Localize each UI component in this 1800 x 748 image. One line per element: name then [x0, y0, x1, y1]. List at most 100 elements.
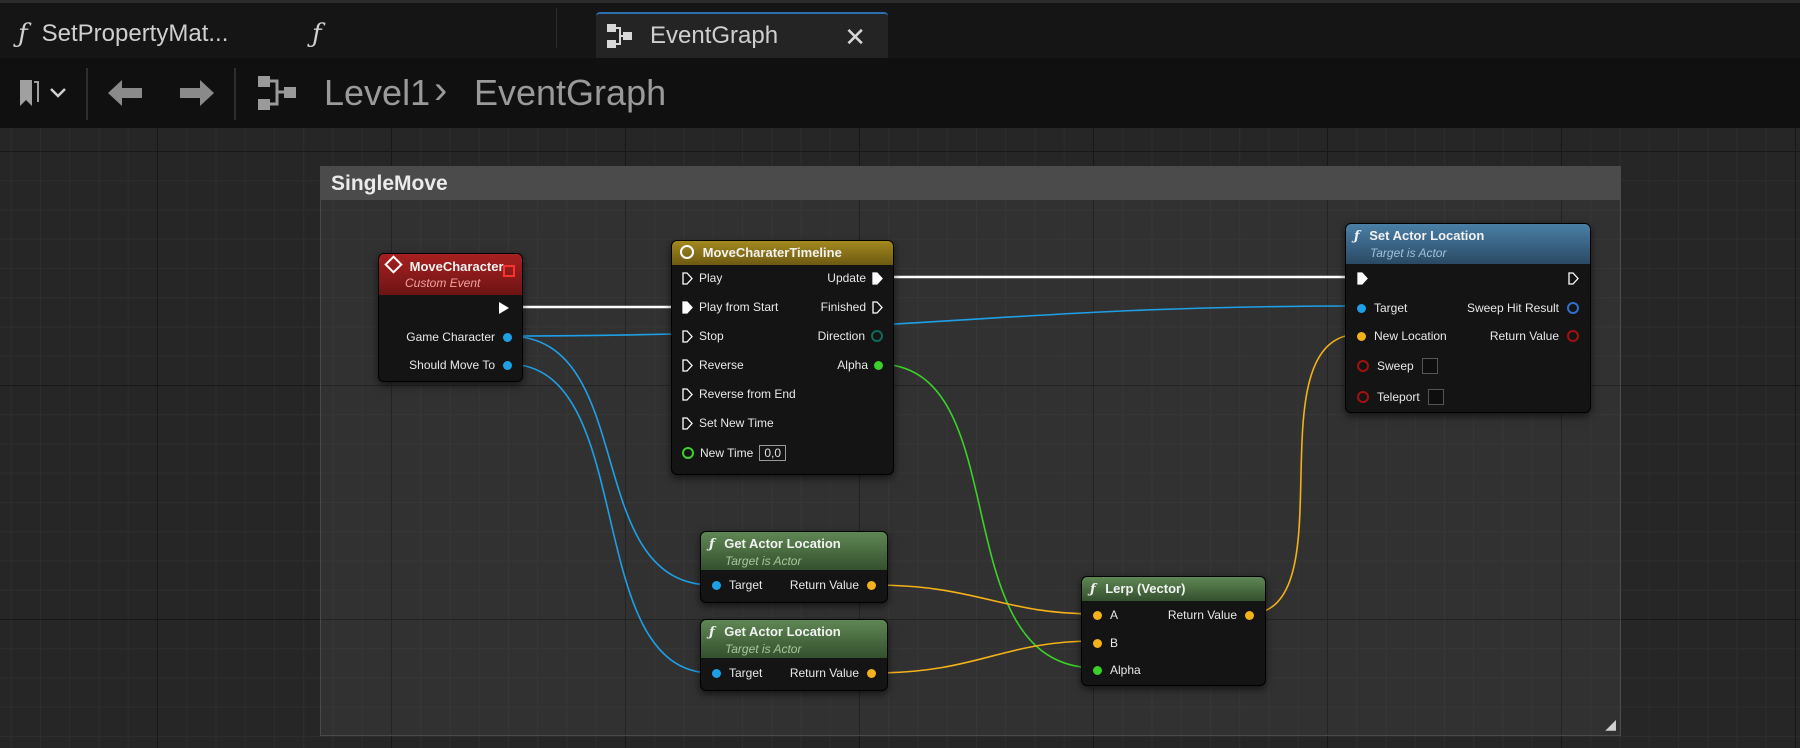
pin-label: Target: [729, 578, 763, 592]
exec-input-pin[interactable]: [682, 358, 693, 372]
teleport-pin[interactable]: Teleport: [1357, 389, 1444, 405]
node-subtitle: Target is Actor: [725, 642, 802, 656]
bool-pin-icon[interactable]: [1567, 330, 1579, 342]
node-title: Set Actor Location: [1369, 228, 1485, 243]
vector-wire: [1247, 333, 1361, 615]
struct-pin-icon[interactable]: [1567, 302, 1579, 314]
return-value-pin[interactable]: Return Value: [790, 578, 876, 592]
sweep-pin[interactable]: Sweep: [1357, 358, 1438, 374]
node-header: ƒ Get Actor Location Target is Actor: [701, 620, 887, 658]
new-time-value-input[interactable]: 0,0: [759, 445, 787, 461]
lerp-vector-node[interactable]: ƒ Lerp (Vector) A B Alpha Return Value: [1081, 576, 1266, 686]
pin-label: Alpha: [837, 358, 868, 372]
node-subtitle: Custom Event: [405, 276, 481, 290]
vector-wire: [871, 640, 1097, 674]
enum-pin-icon[interactable]: [871, 330, 883, 342]
return-value-pin[interactable]: Return Value: [1168, 608, 1254, 622]
update-pin[interactable]: Update: [827, 271, 883, 285]
object-pin-icon[interactable]: [712, 668, 721, 678]
target-pin[interactable]: Target: [712, 666, 762, 680]
reverse-from-end-pin[interactable]: Reverse from End: [682, 387, 796, 401]
node-header: MoveCharacter Custom Event: [379, 254, 522, 295]
delegate-pin-icon[interactable]: [503, 265, 515, 277]
pin-label: Target: [1374, 301, 1408, 315]
node-subtitle: Target is Actor: [1370, 246, 1447, 260]
exec-input-pin[interactable]: [682, 271, 693, 285]
pin-label: Should Move To: [409, 358, 495, 372]
set-actor-location-node[interactable]: ƒ Set Actor Location Target is Actor Tar…: [1345, 223, 1591, 413]
object-pin-icon[interactable]: [503, 332, 512, 342]
pin-label: A: [1110, 608, 1119, 622]
event-icon: [384, 255, 403, 274]
direction-pin[interactable]: Direction: [818, 329, 883, 343]
get-actor-location-node[interactable]: ƒ Get Actor Location Target is Actor Tar…: [700, 531, 888, 603]
play-from-start-pin[interactable]: Play from Start: [682, 300, 778, 314]
node-header: ƒ Get Actor Location Target is Actor: [701, 532, 887, 570]
bool-pin-icon[interactable]: [1357, 391, 1369, 403]
node-title: Get Actor Location: [724, 624, 841, 639]
object-pin-icon[interactable]: [503, 360, 512, 370]
pin-label: Play: [699, 271, 723, 285]
exec-input-pin[interactable]: [682, 416, 693, 430]
set-new-time-pin[interactable]: Set New Time: [682, 416, 774, 430]
vector-pin-icon[interactable]: [1357, 331, 1366, 341]
play-pin[interactable]: Play: [682, 271, 722, 285]
float-pin-icon[interactable]: [1093, 665, 1102, 675]
exec-input-pin[interactable]: [682, 329, 693, 343]
pin-label: New Location: [1374, 329, 1447, 343]
float-pin-icon[interactable]: [682, 447, 694, 459]
sweep-checkbox[interactable]: [1421, 358, 1438, 374]
bool-pin-icon[interactable]: [1357, 360, 1369, 372]
return-value-pin[interactable]: Return Value: [1490, 329, 1579, 343]
alpha-pin[interactable]: Alpha: [1093, 663, 1141, 677]
pin-label: Set New Time: [699, 416, 774, 430]
function-icon: ƒ: [709, 537, 715, 552]
float-pin-icon[interactable]: [874, 360, 883, 370]
pin-label: B: [1110, 636, 1119, 650]
a-pin[interactable]: A: [1093, 608, 1118, 622]
timeline-node[interactable]: MoveCharaterTimeline Play Play from Star…: [671, 240, 894, 475]
vector-pin-icon[interactable]: [1093, 638, 1102, 648]
exec-output-pin[interactable]: [872, 271, 883, 285]
vector-pin-icon[interactable]: [867, 580, 876, 590]
target-pin[interactable]: Target: [1357, 301, 1407, 315]
pin-label: Direction: [817, 329, 865, 343]
vector-wire: [871, 584, 1097, 615]
float-wire: [877, 363, 1097, 669]
new-time-pin[interactable]: New Time 0,0: [682, 445, 787, 461]
alpha-pin[interactable]: Alpha: [837, 358, 883, 372]
vector-pin-icon[interactable]: [1245, 610, 1254, 620]
get-actor-location-node[interactable]: ƒ Get Actor Location Target is Actor Tar…: [700, 619, 888, 691]
new-location-pin[interactable]: New Location: [1357, 329, 1447, 343]
node-title: MoveCharaterTimeline: [702, 245, 842, 260]
exec-input-pin[interactable]: [1357, 272, 1368, 285]
stop-pin[interactable]: Stop: [682, 329, 724, 343]
b-pin[interactable]: B: [1093, 636, 1118, 650]
target-pin[interactable]: Target: [712, 578, 762, 592]
node-header: ƒ Lerp (Vector): [1082, 577, 1265, 601]
node-header: ƒ Set Actor Location Target is Actor: [1346, 224, 1590, 264]
pin-label: Alpha: [1110, 663, 1141, 677]
finished-pin[interactable]: Finished: [821, 300, 883, 314]
exec-output-pin[interactable]: [1568, 272, 1579, 285]
object-pin-icon[interactable]: [712, 580, 721, 590]
should-move-to-pin[interactable]: Should Move To: [409, 358, 512, 372]
game-character-pin[interactable]: Game Character: [406, 330, 512, 344]
exec-input-pin[interactable]: [682, 300, 693, 314]
return-value-pin[interactable]: Return Value: [790, 666, 876, 680]
teleport-checkbox[interactable]: [1427, 389, 1444, 405]
pin-label: Stop: [699, 329, 724, 343]
exec-input-pin[interactable]: [682, 387, 693, 401]
vector-pin-icon[interactable]: [1093, 610, 1102, 620]
pin-label: Update: [827, 271, 866, 285]
vector-pin-icon[interactable]: [867, 668, 876, 678]
exec-output-pin[interactable]: [872, 300, 883, 314]
exec-output-pin[interactable]: [499, 302, 509, 314]
function-icon: ƒ: [1354, 229, 1360, 244]
clock-icon: [680, 245, 694, 259]
reverse-pin[interactable]: Reverse: [682, 358, 744, 372]
object-pin-icon[interactable]: [1357, 303, 1366, 313]
sweep-hit-result-pin[interactable]: Sweep Hit Result: [1467, 301, 1579, 315]
pin-label: Return Value: [789, 666, 859, 680]
move-character-node[interactable]: MoveCharacter Custom Event Game Characte…: [378, 253, 523, 382]
